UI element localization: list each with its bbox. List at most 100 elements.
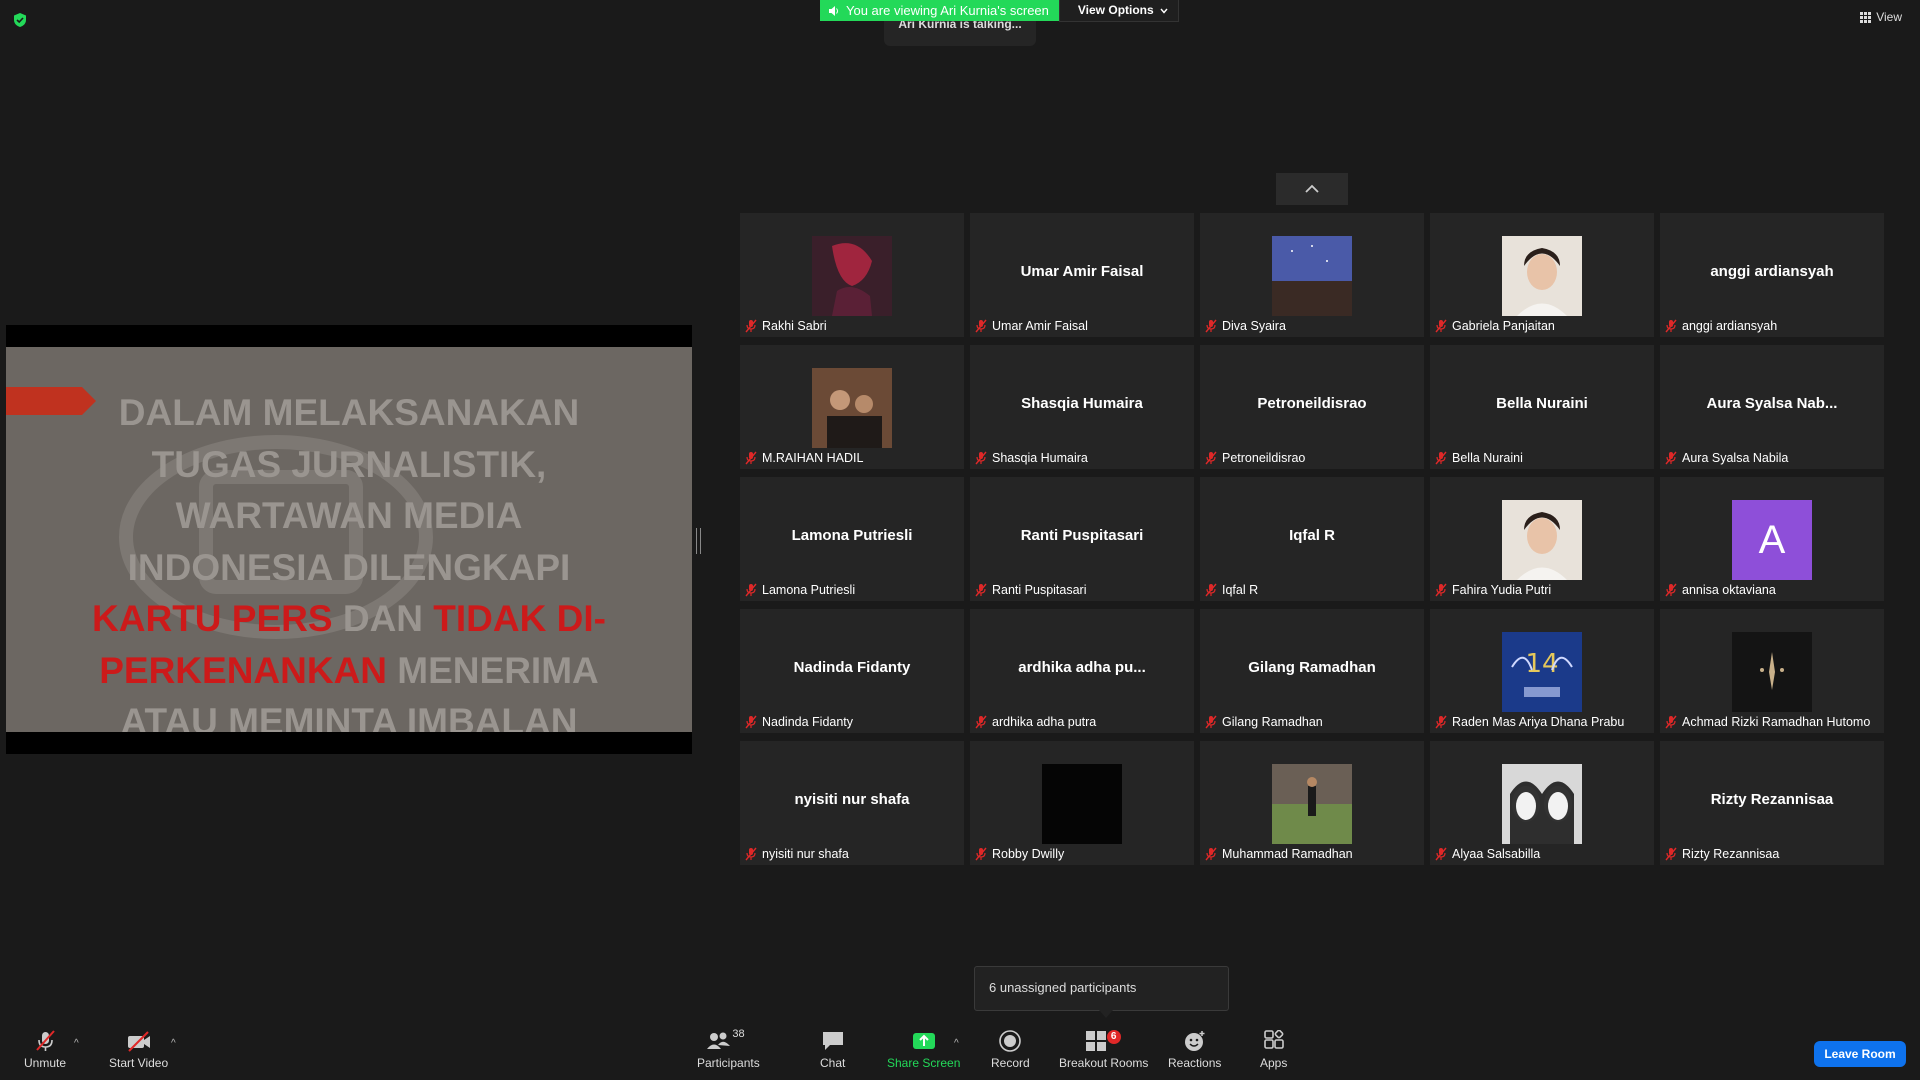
participant-name: Raden Mas Ariya Dhana Prabu [1452,715,1625,729]
participant-tile[interactable]: Alyaa Salsabilla [1430,741,1654,865]
participant-tile[interactable]: Aannisa oktaviana [1660,477,1884,601]
participant-name-label: Shasqia Humaira [974,449,1088,467]
participant-name: Shasqia Humaira [992,451,1088,465]
participant-name-label: Ranti Puspitasari [974,581,1087,599]
participant-name-label: Petroneildisrao [1204,449,1305,467]
participant-tile[interactable]: Muhammad Ramadhan [1200,741,1424,865]
microphone-muted-icon [1665,319,1677,333]
participant-tile[interactable]: M.RAIHAN HADIL [740,345,964,469]
participant-tile[interactable]: Diva Syaira [1200,213,1424,337]
participant-name: ardhika adha putra [992,715,1097,729]
participant-profile-photo [1502,500,1582,580]
participant-tile[interactable]: anggi ardiansyah anggi ardiansyah [1660,213,1884,337]
participant-profile-photo [1042,764,1122,844]
participant-tile[interactable]: Ranti Puspitasari Ranti Puspitasari [970,477,1194,601]
participant-profile-photo [812,368,892,448]
slide-text: DALAM MELAKSANAKAN TUGAS JURNALISTIK, WA… [92,392,606,732]
microphone-muted-icon [1205,715,1217,729]
participant-name: Umar Amir Faisal [992,319,1088,333]
participant-tile[interactable]: Gabriela Panjaitan [1430,213,1654,337]
microphone-muted-icon [1205,847,1217,861]
participant-profile-photo [1502,764,1582,844]
participant-gallery: Rakhi Sabri Umar Amir Faisal Umar Amir Fai… [740,213,1886,867]
participant-name-label: M.RAIHAN HADIL [744,449,863,467]
participant-tile[interactable]: Rakhi Sabri [740,213,964,337]
participant-name: Iqfal R [1222,583,1259,597]
microphone-muted-icon [1435,451,1447,465]
reactions-button[interactable]: Reactions [1168,1030,1221,1070]
participant-tile[interactable]: nyisiti nur shafa nyisiti nur shafa [740,741,964,865]
participants-icon [707,1032,731,1049]
participant-tile[interactable]: Iqfal R Iqfal R [1200,477,1424,601]
participant-tile[interactable]: Aura Syalsa Nab... Aura Syalsa Nabila [1660,345,1884,469]
shared-screen[interactable]: DALAM MELAKSANAKAN TUGAS JURNALISTIK, WA… [6,325,692,754]
participant-tile[interactable]: ardhika adha pu... ardhika adha putra [970,609,1194,733]
participant-name-label: Diva Syaira [1204,317,1286,335]
participant-tile[interactable]: Umar Amir Faisal Umar Amir Faisal [970,213,1194,337]
participant-tile[interactable]: 14 Raden Mas Ariya Dhana Prabu [1430,609,1654,733]
participant-name-label: Nadinda Fidanty [744,713,853,731]
microphone-muted-icon [975,451,987,465]
chat-button[interactable]: Chat [820,1030,845,1070]
encryption-shield-icon[interactable] [12,12,28,28]
microphone-muted-icon [745,583,757,597]
microphone-muted-icon [745,451,757,465]
breakout-rooms-icon [1085,1031,1106,1051]
share-options-caret[interactable]: ^ [954,1038,959,1049]
participant-name-label: Lamona Putriesli [744,581,855,599]
unmute-button[interactable]: Unmute [24,1030,66,1070]
record-icon [999,1030,1022,1052]
participant-tile[interactable]: Fahira Yudia Putri [1430,477,1654,601]
participant-tile[interactable]: Gilang Ramadhan Gilang Ramadhan [1200,609,1424,733]
participant-name: Aura Syalsa Nabila [1682,451,1789,465]
participant-name-label: ardhika adha putra [974,713,1096,731]
apps-button[interactable]: Apps [1260,1030,1287,1070]
audio-options-caret[interactable]: ^ [74,1038,79,1049]
participant-name: Bella Nuraini [1452,451,1523,465]
start-video-button[interactable]: Start Video [109,1030,168,1070]
participant-profile-photo [1272,236,1352,316]
participant-name: Petroneildisrao [1222,451,1306,465]
participant-tile[interactable]: Petroneildisrao Petroneildisrao [1200,345,1424,469]
share-screen-button[interactable]: Share Screen [887,1030,960,1070]
microphone-muted-icon [1665,715,1677,729]
viewing-banner: You are viewing Ari Kurnia's screen [820,0,1059,21]
participant-name-label: anggi ardiansyah [1664,317,1777,335]
gallery-scroll-up-button[interactable] [1276,173,1348,205]
video-options-caret[interactable]: ^ [171,1038,176,1049]
breakout-rooms-button[interactable]: 6 Breakout Rooms [1059,1030,1148,1070]
participant-tile[interactable]: Nadinda Fidanty Nadinda Fidanty [740,609,964,733]
participant-tile[interactable]: Rizty Rezannisaa Rizty Rezannisaa [1660,741,1884,865]
chevron-down-icon [1160,8,1168,14]
participant-display-name: anggi ardiansyah [1710,263,1834,280]
leave-room-button[interactable]: Leave Room [1814,1041,1906,1067]
participant-name-label: Fahira Yudia Putri [1434,581,1551,599]
view-button[interactable]: View [1860,10,1902,24]
view-options-button[interactable]: View Options [1058,0,1179,22]
unassigned-participants-tooltip: 6 unassigned participants [974,966,1229,1018]
participant-name-label: Robby Dwilly [974,845,1064,863]
meeting-toolbar: Unmute ^ Start Video ^ 38 Participants C… [0,1020,1920,1080]
microphone-muted-icon [745,715,757,729]
participant-profile-photo [1732,632,1812,712]
participant-name: Achmad Rizki Ramadhan Hutomo [1682,715,1871,729]
participant-tile[interactable]: Achmad Rizki Ramadhan Hutomo [1660,609,1884,733]
split-divider-handle[interactable] [696,528,701,554]
participant-display-name: ardhika adha pu... [1018,659,1146,676]
participant-profile-photo [1272,764,1352,844]
participants-button[interactable]: 38 Participants [697,1028,760,1070]
participant-profile-photo [812,236,892,316]
microphone-muted-icon [1435,847,1447,861]
participant-name: Gilang Ramadhan [1222,715,1323,729]
participant-tile[interactable]: Bella Nuraini Bella Nuraini [1430,345,1654,469]
participant-name-label: Iqfal R [1204,581,1258,599]
participant-tile[interactable]: Robby Dwilly [970,741,1194,865]
breakout-rooms-badge: 6 [1106,1030,1121,1044]
record-button[interactable]: Record [991,1030,1030,1070]
participant-tile[interactable]: Shasqia Humaira Shasqia Humaira [970,345,1194,469]
participant-tile[interactable]: Lamona Putriesli Lamona Putriesli [740,477,964,601]
participant-display-name: Umar Amir Faisal [1020,263,1144,280]
participant-display-name: Bella Nuraini [1496,395,1588,412]
participant-display-name: Shasqia Humaira [1021,395,1143,412]
screen-share-banner: You are viewing Ari Kurnia's screen View… [820,0,1179,22]
